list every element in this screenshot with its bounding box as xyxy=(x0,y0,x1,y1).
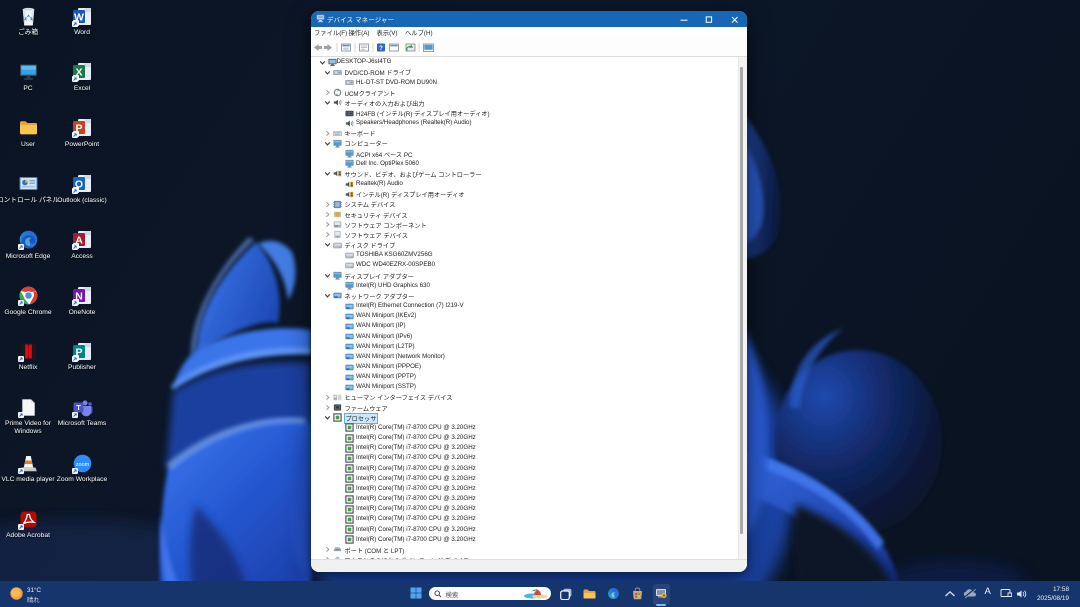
svg-text:?: ? xyxy=(379,45,383,52)
svg-text:T: T xyxy=(76,403,81,412)
svg-text:zoom: zoom xyxy=(75,461,89,467)
